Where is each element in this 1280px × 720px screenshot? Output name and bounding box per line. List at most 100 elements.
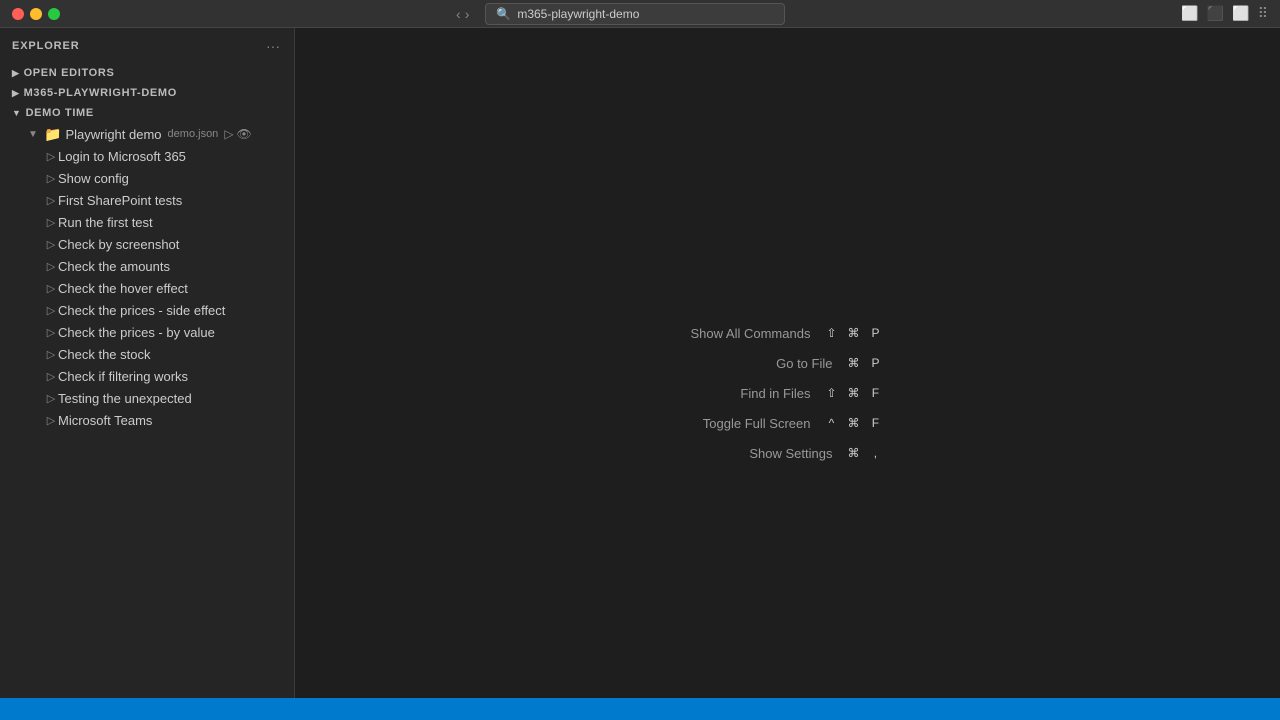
tree-item-screenshot[interactable]: ▷ Check by screenshot <box>0 233 294 255</box>
section-arrow: ▶ <box>12 88 20 99</box>
tree-item-stock[interactable]: ▷ Check the stock <box>0 343 294 365</box>
kbd-0-2: P <box>866 324 884 342</box>
tree-arrow: ▼ <box>28 129 44 140</box>
sidebar-title: Explorer <box>12 40 80 52</box>
section-open-editors[interactable]: ▶ OPEN EDITORS <box>0 63 294 83</box>
window-controls <box>12 8 60 20</box>
command-label-1: Go to File <box>776 356 832 371</box>
kbd-4-0: ⌘ <box>844 444 862 462</box>
play-icon: ▷ <box>44 150 58 163</box>
command-row-1: Go to File ⌘ P <box>776 354 884 372</box>
kbd-4-1: , <box>866 444 884 462</box>
kbd-1-1: P <box>866 354 884 372</box>
tree-item-label: Check the stock <box>58 347 151 362</box>
main-content: Show All Commands ⇧ ⌘ P Go to File ⌘ P F… <box>295 28 1280 698</box>
maximize-btn[interactable] <box>48 8 60 20</box>
minimize-btn[interactable] <box>30 8 42 20</box>
section-arrow: ▶ <box>12 68 20 79</box>
titlebar-center: ‹ › 🔍 m365-playwright-demo <box>456 3 785 25</box>
kbd-group-3: ^ ⌘ F <box>822 414 884 432</box>
tree-item-filtering[interactable]: ▷ Check if filtering works <box>0 365 294 387</box>
command-label-3: Toggle Full Screen <box>703 416 811 431</box>
panel-toggle-icon[interactable]: ⬜ <box>1232 5 1249 22</box>
section-demo-time[interactable]: ▼ DEMO TIME <box>0 103 294 123</box>
play-icon: ▷ <box>44 194 58 207</box>
tree-item-amounts[interactable]: ▷ Check the amounts <box>0 255 294 277</box>
kbd-group-1: ⌘ P <box>844 354 884 372</box>
section-label-text: M365-PLAYWRIGHT-DEMO <box>24 87 177 99</box>
tree-item-label: Check the prices - by value <box>58 325 215 340</box>
folder-icon: 📁 <box>44 126 61 143</box>
eye-icon[interactable]: 👁 <box>237 127 252 141</box>
tree-item-label: Testing the unexpected <box>58 391 192 406</box>
tree-item-run-first-test[interactable]: ▷ Run the first test <box>0 211 294 233</box>
play-icon: ▷ <box>44 282 58 295</box>
search-bar[interactable]: 🔍 m365-playwright-demo <box>485 3 785 25</box>
tree-item-sharepoint-tests[interactable]: ▷ First SharePoint tests <box>0 189 294 211</box>
tree-item-label: Check the prices - side effect <box>58 303 225 318</box>
tree-item-label: First SharePoint tests <box>58 193 182 208</box>
kbd-group-4: ⌘ , <box>844 444 884 462</box>
tree-item-login[interactable]: ▷ Login to Microsoft 365 <box>0 145 294 167</box>
tree-item-label: Check the hover effect <box>58 281 188 296</box>
tree-item-badge: demo.json <box>168 128 219 140</box>
statusbar <box>0 698 1280 720</box>
command-row-3: Toggle Full Screen ^ ⌘ F <box>703 414 885 432</box>
command-row-4: Show Settings ⌘ , <box>749 444 884 462</box>
tree-item-teams[interactable]: ▷ Microsoft Teams <box>0 409 294 431</box>
search-icon: 🔍 <box>496 7 511 21</box>
tree-item-icons: ▷ 👁 <box>224 127 251 141</box>
nav-forward-icon[interactable]: › <box>465 6 470 22</box>
play-icon: ▷ <box>44 414 58 427</box>
tree-item-label: Login to Microsoft 365 <box>58 149 186 164</box>
main-layout: Explorer ··· ▶ OPEN EDITORS ▶ M365-PLAYW… <box>0 28 1280 698</box>
kbd-2-1: ⌘ <box>844 384 862 402</box>
play-icon: ▷ <box>44 370 58 383</box>
section-arrow: ▼ <box>12 108 22 118</box>
command-label-4: Show Settings <box>749 446 832 461</box>
tree-item-hover[interactable]: ▷ Check the hover effect <box>0 277 294 299</box>
search-text: m365-playwright-demo <box>517 7 639 21</box>
play-icon: ▷ <box>44 304 58 317</box>
tree-item-root[interactable]: ▼ 📁 Playwright demo demo.json ▷ 👁 <box>0 123 294 145</box>
kbd-2-0: ⇧ <box>822 384 840 402</box>
titlebar-icons: ⬜ ⬛ ⬜ ⠿ <box>1181 5 1268 22</box>
tree-item-unexpected[interactable]: ▷ Testing the unexpected <box>0 387 294 409</box>
nav-arrows: ‹ › <box>456 6 469 22</box>
section-label-text: OPEN EDITORS <box>24 67 115 79</box>
kbd-0-1: ⌘ <box>844 324 862 342</box>
command-label-0: Show All Commands <box>691 326 811 341</box>
sidebar-header-icons: ··· <box>264 36 282 56</box>
command-row-0: Show All Commands ⇧ ⌘ P <box>691 324 885 342</box>
play-icon: ▷ <box>44 392 58 405</box>
section-m365[interactable]: ▶ M365-PLAYWRIGHT-DEMO <box>0 83 294 103</box>
tree-item-label: Microsoft Teams <box>58 413 152 428</box>
kbd-3-2: F <box>866 414 884 432</box>
tree-item-label: Check the amounts <box>58 259 170 274</box>
tree-item-show-config[interactable]: ▷ Show config <box>0 167 294 189</box>
tree-item-label: Run the first test <box>58 215 153 230</box>
play-icon: ▷ <box>44 216 58 229</box>
kbd-0-0: ⇧ <box>822 324 840 342</box>
play-icon: ▷ <box>44 348 58 361</box>
tree-item-label: Show config <box>58 171 129 186</box>
kbd-group-2: ⇧ ⌘ F <box>822 384 884 402</box>
close-btn[interactable] <box>12 8 24 20</box>
more-icon[interactable]: ··· <box>264 36 282 56</box>
grid-icon[interactable]: ⠿ <box>1258 5 1268 22</box>
editor-layout-icon[interactable]: ⬛ <box>1207 5 1224 22</box>
nav-back-icon[interactable]: ‹ <box>456 6 461 22</box>
tree-item-label: Check if filtering works <box>58 369 188 384</box>
run-icon[interactable]: ▷ <box>224 127 233 141</box>
play-icon: ▷ <box>44 260 58 273</box>
play-icon: ▷ <box>44 238 58 251</box>
play-icon: ▷ <box>44 172 58 185</box>
sidebar-toggle-icon[interactable]: ⬜ <box>1181 5 1198 22</box>
kbd-3-1: ⌘ <box>844 414 862 432</box>
tree-item-prices-side-effect[interactable]: ▷ Check the prices - side effect <box>0 299 294 321</box>
play-icon: ▷ <box>44 326 58 339</box>
kbd-group-0: ⇧ ⌘ P <box>822 324 884 342</box>
tree-item-prices-value[interactable]: ▷ Check the prices - by value <box>0 321 294 343</box>
kbd-3-0: ^ <box>822 414 840 432</box>
command-list: Show All Commands ⇧ ⌘ P Go to File ⌘ P F… <box>691 324 885 462</box>
